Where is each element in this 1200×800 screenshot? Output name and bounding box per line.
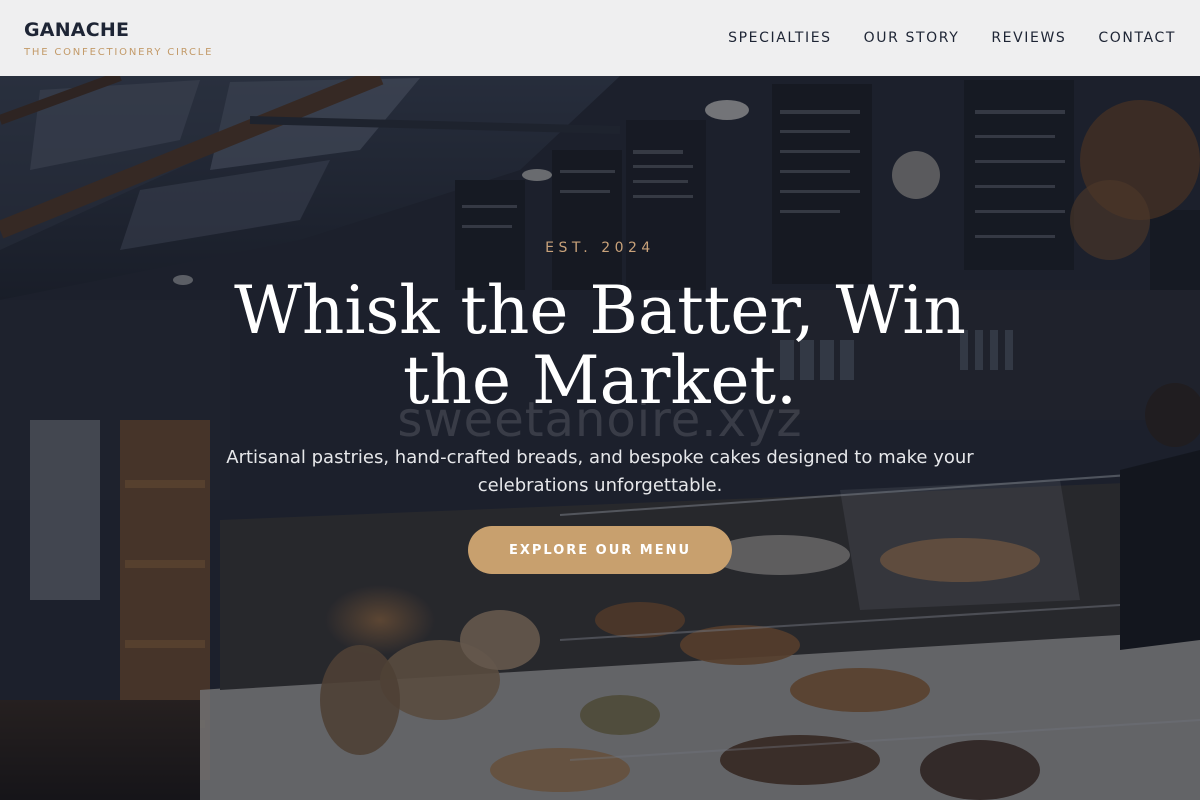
brand-logo[interactable]: GANACHE THE CONFECTIONERY CIRCLE [24, 19, 213, 58]
nav-link-reviews[interactable]: REVIEWS [991, 30, 1066, 46]
hero-eyebrow: EST. 2024 [545, 240, 655, 256]
hero-subtitle: Artisanal pastries, hand-crafted breads,… [226, 447, 974, 496]
site-header: GANACHE THE CONFECTIONERY CIRCLE SPECIAL… [0, 0, 1200, 76]
brand-tagline: THE CONFECTIONERY CIRCLE [24, 46, 214, 58]
hero-title: Whisk the Batter, Win the Market. [234, 272, 966, 419]
nav-link-contact[interactable]: CONTACT [1098, 30, 1176, 46]
explore-menu-button[interactable]: EXPLORE OUR MENU [468, 526, 732, 574]
hero-section: sweetanoire.xyz EST. 2024 Whisk the Batt… [0, 0, 1200, 800]
main-nav: SPECIALTIES OUR STORY REVIEWS CONTACT [728, 30, 1176, 46]
brand-name: GANACHE [24, 18, 130, 41]
nav-link-our-story[interactable]: OUR STORY [864, 30, 960, 46]
nav-link-specialties[interactable]: SPECIALTIES [728, 30, 832, 46]
